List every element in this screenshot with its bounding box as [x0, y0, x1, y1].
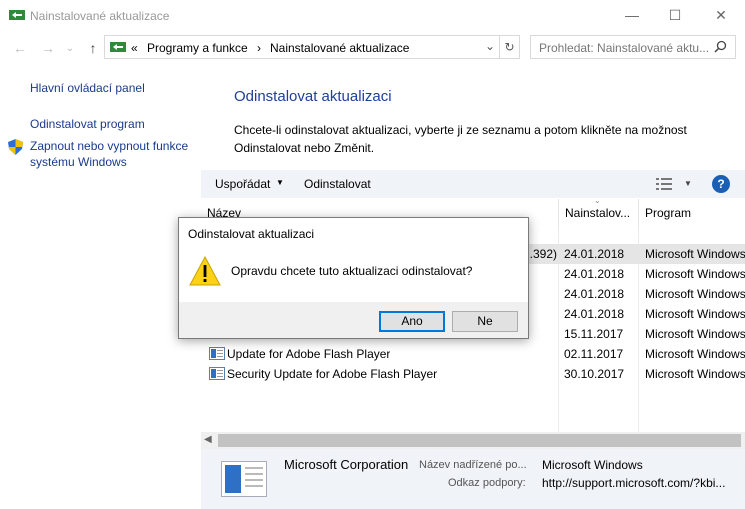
yes-button[interactable]: Ano	[379, 311, 445, 332]
update-icon	[209, 367, 225, 383]
uninstall-button[interactable]: Odinstalovat	[304, 177, 371, 191]
row-program: Microsoft Windows	[645, 287, 745, 301]
row-program: Microsoft Windows	[645, 367, 745, 381]
table-row[interactable]: Security Update for Adobe Flash Player 3…	[201, 364, 745, 384]
shield-icon	[8, 139, 23, 158]
search-input[interactable]: Prohledat: Nainstalované aktu...	[539, 41, 709, 55]
row-date: 15.11.2017	[564, 327, 624, 341]
row-date: 30.10.2017	[564, 367, 625, 381]
update-icon	[209, 347, 225, 363]
chevron-down-icon[interactable]: ⌄	[485, 39, 495, 53]
publisher-name: Microsoft Corporation	[284, 457, 409, 472]
help-icon[interactable]: ?	[712, 175, 730, 193]
address-bar[interactable]: « Programy a funkce › Nainstalované aktu…	[104, 35, 500, 59]
forward-arrow-icon[interactable]: →	[38, 38, 58, 58]
sort-arrow-icon: ⌄	[594, 196, 601, 205]
update-large-icon	[221, 461, 267, 500]
support-link[interactable]: http://support.microsoft.com/?kbi...	[542, 476, 725, 490]
close-button[interactable]: ✕	[698, 0, 744, 30]
details-pane: Microsoft Corporation Název nadřízené po…	[201, 449, 745, 509]
parent-value: Microsoft Windows	[542, 458, 643, 472]
control-panel-icon	[9, 8, 25, 25]
no-button[interactable]: Ne	[452, 311, 518, 332]
organize-menu[interactable]: Uspořádat	[215, 177, 270, 191]
scroll-left-icon[interactable]: ◀	[204, 434, 212, 445]
uninstall-program-link[interactable]: Odinstalovat program	[30, 117, 145, 131]
row-program: Microsoft Windows	[645, 267, 745, 281]
support-label: Odkaz podpory:	[448, 477, 526, 489]
control-panel-icon	[110, 40, 126, 57]
refresh-icon[interactable]: ↻	[500, 35, 520, 59]
dialog-footer: Ano Ne	[179, 302, 528, 338]
command-toolbar: Uspořádat ▼ Odinstalovat ▼ ?	[201, 170, 745, 198]
row-date: 24.01.2018	[564, 287, 625, 301]
up-arrow-icon[interactable]: ↑	[83, 38, 103, 58]
row-program: Microsoft Windows	[645, 327, 745, 341]
windows-features-link-line2[interactable]: systému Windows	[30, 155, 127, 169]
warning-icon	[189, 255, 221, 289]
page-description: Chcete-li odinstalovat aktualizaci, vybe…	[234, 121, 704, 157]
chevron-down-icon[interactable]: ▼	[276, 178, 284, 187]
recent-chevron-icon[interactable]: ⌄	[60, 38, 80, 58]
row-date: 24.01.2018	[564, 307, 625, 321]
breadcrumb-programs[interactable]: Programy a funkce	[147, 41, 248, 55]
row-date: 24.01.2018	[564, 247, 625, 261]
breadcrumb-updates[interactable]: Nainstalované aktualizace	[270, 41, 409, 55]
row-name: Update for Adobe Flash Player	[227, 347, 391, 361]
row-program: Microsoft Windows	[645, 247, 745, 261]
back-arrow-icon[interactable]: ←	[10, 38, 30, 58]
breadcrumb-overflow[interactable]: «	[131, 41, 138, 55]
row-program: Microsoft Windows	[645, 347, 745, 361]
table-row[interactable]: Update for Adobe Flash Player 02.11.2017…	[201, 344, 745, 364]
row-program: Microsoft Windows	[645, 307, 745, 321]
breadcrumb-separator[interactable]: ›	[257, 41, 261, 55]
description-line: Odinstalovat nebo Změnit.	[234, 141, 375, 155]
page-title: Odinstalovat aktualizaci	[234, 88, 392, 105]
row-date: 02.11.2017	[564, 347, 624, 361]
view-options-icon[interactable]	[656, 178, 672, 193]
scrollbar-thumb[interactable]	[218, 434, 741, 447]
confirm-dialog: Odinstalovat aktualizaci Opravdu chcete …	[178, 217, 529, 339]
row-date: 24.01.2018	[564, 267, 625, 281]
windows-features-link-line1[interactable]: Zapnout nebo vypnout funkce	[30, 139, 188, 153]
chevron-down-icon[interactable]: ▼	[684, 179, 692, 188]
description-line: Chcete-li odinstalovat aktualizaci, vybe…	[234, 123, 687, 137]
dialog-title: Odinstalovat aktualizaci	[188, 227, 315, 241]
row-name: Security Update for Adobe Flash Player	[227, 367, 438, 381]
dialog-message: Opravdu chcete tuto aktualizaci odinstal…	[231, 264, 473, 278]
title-bar: Nainstalované aktualizace — ☐ ✕	[0, 0, 745, 32]
parent-label: Název nadřízené po...	[419, 459, 527, 471]
search-box[interactable]: Prohledat: Nainstalované aktu...	[530, 35, 736, 59]
window-title: Nainstalované aktualizace	[30, 9, 170, 23]
control-panel-home-link[interactable]: Hlavní ovládací panel	[30, 81, 145, 95]
column-header-program[interactable]: Program	[638, 199, 745, 227]
search-icon[interactable]	[714, 40, 727, 56]
maximize-button[interactable]: ☐	[652, 0, 698, 30]
minimize-button[interactable]: —	[609, 0, 655, 30]
